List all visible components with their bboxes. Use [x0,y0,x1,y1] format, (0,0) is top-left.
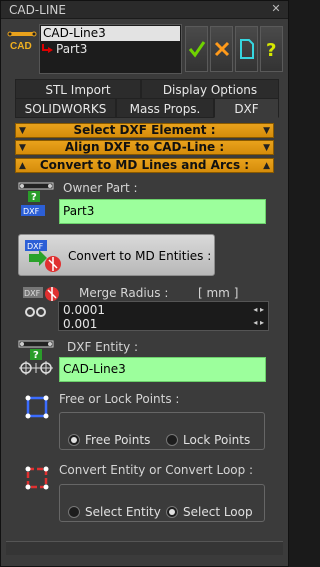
collapse-icon: ▲ [263,161,270,171]
merge-radius-step: 0.001 [63,317,98,331]
title-bar[interactable]: CAD-LINE ✕ [1,1,288,19]
section-title: Convert to MD Lines and Arcs : [39,158,250,172]
merge-radius-icon: DXF [23,287,59,317]
radio-label: Select Loop [183,505,253,519]
radio-label: Lock Points [183,433,251,447]
tree-item-child[interactable]: Part3 [40,42,87,57]
expand-icon: ▼ [19,126,26,136]
square-red-icon [25,466,49,490]
dxf-badge: DXF [24,289,41,298]
svg-text:?: ? [33,350,39,361]
spin-arrows-icon[interactable]: ◂ ▸ ◂ ▸ [253,303,264,329]
logo-text: CAD [10,41,32,52]
radio-selected-icon [166,506,178,518]
merge-radius-label: Merge Radius : [79,286,169,300]
convert-icon: DXF [25,240,61,272]
cad-line-window: CAD-LINE ✕ CAD CAD-Line3 Part3 ? STL Imp… [0,0,289,567]
merge-radius-input[interactable]: 0.0001 0.001 ◂ ▸ ◂ ▸ [58,301,269,331]
free-lock-label: Free or Lock Points : [59,392,180,406]
merge-radius-value: 0.0001 [63,303,105,317]
status-strip [6,541,283,555]
expand-icon: ▼ [19,143,26,153]
x-icon [214,41,230,57]
expand-icon: ▼ [263,143,270,153]
section-align-dxf[interactable]: ▼ Align DXF to CAD-Line : ▼ [15,140,274,155]
document-icon [240,39,254,59]
square-blue-icon [25,395,49,419]
entity-loop-group: Select Entity Select Loop [59,484,265,522]
tree-item-root[interactable]: CAD-Line3 [41,26,180,41]
cancel-button[interactable] [210,26,233,72]
expand-icon: ▼ [263,126,270,136]
radio-label: Free Points [85,433,151,447]
check-icon [188,41,206,58]
svg-text:?: ? [31,192,37,203]
window-title: CAD-LINE [9,3,66,17]
tab-dxf[interactable]: DXF [214,98,279,118]
entity-loop-label: Convert Entity or Convert Loop : [59,463,254,477]
dxf-badge: DXF [27,242,44,251]
dxf-entity-label: DXF Entity : [67,340,139,354]
tab-stl-import[interactable]: STL Import [15,79,141,99]
tab-mass-props[interactable]: Mass Props. [116,98,214,118]
radio-lock-points[interactable]: Lock Points [166,432,250,447]
convert-to-md-entities-button[interactable]: DXF Convert to MD Entities : [18,234,215,276]
radio-label: Select Entity [85,505,161,519]
question-icon: ? [266,40,276,59]
cad-logo-icon: CAD [7,29,37,57]
dxf-badge: DXF [23,207,40,216]
owner-part-label: Owner Part : [63,181,138,195]
collapse-icon: ▲ [19,161,26,171]
radio-select-loop[interactable]: Select Loop [166,504,253,519]
merge-radius-unit: [ mm ] [198,286,239,300]
help-button[interactable]: ? [260,26,283,72]
radio-free-points[interactable]: Free Points [68,432,150,447]
new-document-button[interactable] [235,26,258,72]
section-title: Select DXF Element : [73,123,216,137]
ok-button[interactable] [185,26,208,72]
section-title: Align DXF to CAD-Line : [64,140,225,154]
feature-tree[interactable]: CAD-Line3 Part3 [39,24,182,74]
tab-solidworks[interactable]: SOLIDWORKS [15,98,116,118]
radio-unselected-icon [68,506,80,518]
tab-display-options[interactable]: Display Options [141,79,279,99]
radio-select-entity[interactable]: Select Entity [68,504,161,519]
dxf-entity-icon: ? [18,340,54,375]
section-select-dxf[interactable]: ▼ Select DXF Element : ▼ [15,123,274,138]
close-icon[interactable]: ✕ [269,2,283,16]
dxf-entity-field[interactable]: CAD-Line3 [59,357,266,382]
owner-part-icon: ? DXF [18,182,54,216]
radio-unselected-icon [166,434,178,446]
free-lock-group: Free Points Lock Points [59,412,265,450]
svg-text:?: ? [266,40,276,59]
radio-selected-icon [68,434,80,446]
convert-button-label: Convert to MD Entities : [68,249,212,263]
section-convert-md[interactable]: ▲ Convert to MD Lines and Arcs : ▲ [15,158,274,173]
owner-part-field[interactable]: Part3 [59,199,266,224]
